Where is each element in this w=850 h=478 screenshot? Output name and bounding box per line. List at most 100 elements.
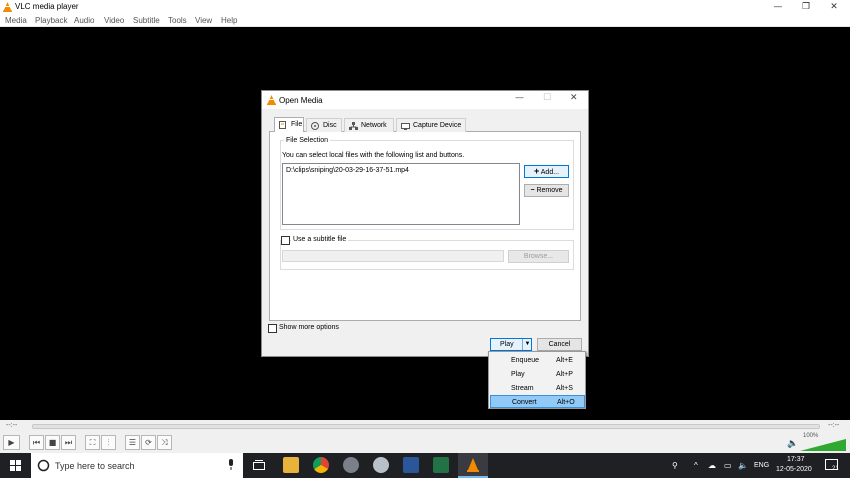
playlist-button[interactable]: ☰ — [125, 435, 140, 450]
windows-taskbar: Type here to search ⚲ ^ ☁ ▭ 🔈 ENG 17:37 … — [0, 453, 850, 478]
taskbar-search-box[interactable]: Type here to search — [31, 453, 243, 478]
tab-file[interactable]: File — [274, 117, 304, 132]
file-explorer-icon[interactable] — [283, 457, 299, 473]
excel-icon[interactable] — [433, 457, 449, 473]
dialog-maximize-button[interactable]: ☐ — [543, 93, 551, 103]
loop-button[interactable]: ⟳ — [141, 435, 156, 450]
speaker-icon[interactable]: 🔈 — [738, 461, 748, 470]
battery-icon[interactable]: ▭ — [724, 461, 732, 470]
file-list[interactable]: D:\clips\sniping\20-03-29-16-37-51.mp4 — [282, 163, 520, 225]
file-icon — [279, 121, 286, 129]
play-button[interactable]: Play ▼ — [490, 338, 532, 351]
menu-item-enqueue[interactable]: Enqueue Alt+E — [490, 354, 585, 367]
menu-playback[interactable]: Playback — [35, 16, 67, 25]
people-icon[interactable]: ⚲ — [672, 461, 678, 470]
network-icon — [349, 122, 358, 130]
extended-settings-button[interactable]: ⫶ — [101, 435, 116, 450]
use-subtitle-checkbox[interactable] — [281, 236, 290, 245]
minus-icon: − — [530, 187, 535, 194]
microphone-icon[interactable] — [227, 459, 235, 471]
menu-help[interactable]: Help — [221, 16, 237, 25]
vlc-cone-icon — [3, 2, 12, 12]
show-more-options-label: Show more options — [279, 324, 339, 331]
file-selection-label: File Selection — [284, 137, 331, 144]
seek-slider[interactable] — [32, 424, 820, 429]
list-item[interactable]: D:\clips\sniping\20-03-29-16-37-51.mp4 — [286, 167, 409, 174]
playback-controls: ▶ ⏮ ■ ⏭ ⛶ ⫶ ☰ ⟳ ⤨ 🔈 100% — [0, 433, 850, 453]
disc-icon — [311, 122, 319, 130]
task-view-icon[interactable] — [253, 460, 265, 471]
loop-icon: ⟳ — [145, 438, 152, 447]
close-button[interactable]: ✕ — [820, 0, 848, 14]
vlc-cone-icon — [467, 458, 479, 472]
menu-tools[interactable]: Tools — [168, 16, 187, 25]
vlc-taskbar-button[interactable] — [458, 453, 488, 478]
clock-time[interactable]: 17:37 — [787, 456, 805, 463]
snipping-tool-icon[interactable] — [343, 457, 359, 473]
search-icon — [37, 459, 50, 472]
add-file-button[interactable]: + Add... — [524, 165, 569, 178]
tab-network[interactable]: Network — [344, 118, 394, 132]
menu-media[interactable]: Media — [5, 16, 27, 25]
dialog-title: Open Media — [279, 96, 323, 105]
show-more-options-checkbox[interactable] — [268, 324, 277, 333]
menu-video[interactable]: Video — [104, 16, 124, 25]
dialog-close-button[interactable]: ✕ — [570, 93, 578, 103]
file-selection-description: You can select local files with the foll… — [282, 152, 465, 159]
tab-network-label: Network — [361, 122, 387, 129]
play-dropdown-menu: Enqueue Alt+E Play Alt+P Stream Alt+S Co… — [488, 351, 586, 409]
previous-button[interactable]: ⏮ — [29, 435, 44, 450]
next-button[interactable]: ⏭ — [61, 435, 76, 450]
tab-disc[interactable]: Disc — [306, 118, 342, 132]
stop-button[interactable]: ■ — [45, 435, 60, 450]
volume-icon[interactable]: 🔈 — [787, 438, 798, 449]
shuffle-icon: ⤨ — [161, 438, 168, 447]
volume-slider[interactable] — [800, 439, 846, 451]
menu-bar: Media Playback Audio Video Subtitle Tool… — [0, 14, 850, 27]
shuffle-button[interactable]: ⤨ — [157, 435, 172, 450]
remove-file-button[interactable]: − Remove — [524, 184, 569, 197]
app-icon[interactable] — [373, 457, 389, 473]
equalizer-icon: ⫶ — [107, 438, 110, 447]
plus-icon: + — [533, 166, 540, 176]
play-icon: ▶ — [8, 438, 15, 447]
play-pause-button[interactable]: ▶ — [3, 435, 20, 450]
menu-item-play[interactable]: Play Alt+P — [490, 368, 585, 381]
notification-count: 21 — [832, 466, 839, 472]
fullscreen-icon: ⛶ — [89, 438, 96, 447]
cloud-icon[interactable]: ☁ — [708, 461, 716, 470]
tab-file-label: File — [291, 121, 303, 128]
menu-item-label: Convert — [512, 399, 537, 406]
tab-capture-device[interactable]: Capture Device — [396, 118, 466, 132]
menu-audio[interactable]: Audio — [74, 16, 94, 25]
restore-button[interactable]: ❐ — [792, 0, 820, 14]
file-tab-panel: File Selection You can select local file… — [269, 131, 581, 321]
open-media-dialog: Open Media — ☐ ✕ File Selection You can … — [261, 90, 589, 357]
playlist-icon: ☰ — [128, 438, 137, 447]
search-placeholder: Type here to search — [55, 461, 135, 471]
clock-date[interactable]: 12-05-2020 — [776, 466, 812, 473]
elapsed-time: --:-- — [6, 422, 18, 429]
windows-start-icon[interactable] — [10, 460, 21, 471]
chevron-down-icon[interactable]: ▼ — [522, 339, 532, 350]
screen: VLC media player — ❐ ✕ Media Playback Au… — [0, 0, 850, 478]
menu-item-convert[interactable]: Convert Alt+O — [490, 395, 585, 408]
menu-item-stream[interactable]: Stream Alt+S — [490, 382, 585, 395]
language-indicator[interactable]: ENG — [754, 462, 769, 469]
use-subtitle-label: Use a subtitle file — [291, 236, 349, 243]
menu-item-label: Stream — [511, 385, 534, 392]
menu-item-shortcut: Alt+P — [556, 371, 573, 378]
play-button-label: Play — [500, 341, 514, 348]
word-icon[interactable] — [403, 457, 419, 473]
seekbar-area: --:-- --:-- — [0, 420, 850, 433]
chrome-icon[interactable] — [313, 457, 329, 473]
chevron-up-icon[interactable]: ^ — [694, 461, 698, 470]
cancel-button[interactable]: Cancel — [537, 338, 582, 351]
menu-item-shortcut: Alt+E — [556, 357, 573, 364]
menu-subtitle[interactable]: Subtitle — [133, 16, 160, 25]
fullscreen-button[interactable]: ⛶ — [85, 435, 100, 450]
dialog-title-bar: Open Media — ☐ ✕ — [262, 91, 588, 109]
dialog-minimize-button[interactable]: — — [515, 93, 524, 103]
menu-view[interactable]: View — [195, 16, 212, 25]
minimize-button[interactable]: — — [764, 0, 792, 14]
